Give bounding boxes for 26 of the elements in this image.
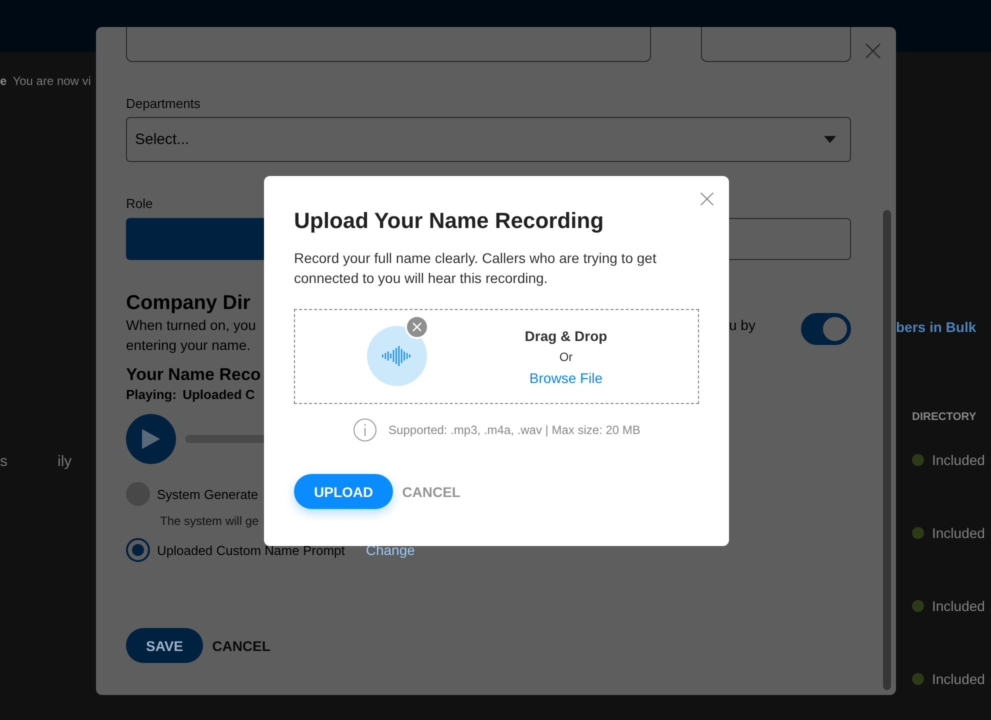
playing-label: Playing: xyxy=(126,387,177,402)
status-text: Included xyxy=(932,671,985,687)
dialog-title: Upload Your Name Recording xyxy=(294,208,605,234)
notice-text: e xyxy=(0,74,7,88)
status-text: Included xyxy=(932,452,985,468)
option-label: System Generate xyxy=(157,486,258,502)
dialog-description: Record your full name clearly. Callers who are trying to get connected to you will hear this recording. xyxy=(294,249,658,288)
column-header: DIRECTORY xyxy=(912,411,978,423)
field-label: Departments xyxy=(126,96,200,111)
field-label: Role xyxy=(126,196,153,211)
status-text: Included xyxy=(932,525,985,541)
table-cell: s xyxy=(0,453,8,470)
drop-heading: Drag & Drop xyxy=(524,328,608,344)
notice-text: You are now vi xyxy=(12,74,91,88)
separator-text: Or xyxy=(559,350,573,364)
option-label: Uploaded Custom Name Prompt xyxy=(157,542,345,558)
playing-value: Uploaded C xyxy=(182,387,255,402)
status-text: Included xyxy=(932,598,985,614)
description-text: u by xyxy=(729,316,756,335)
supported-formats: Supported: .mp3, .m4a, .wav | Max size: 20 MB xyxy=(388,423,640,437)
option-hint: The system will ge xyxy=(160,514,259,528)
section-title: Company Dir xyxy=(126,292,250,315)
table-cell: ily xyxy=(58,453,72,470)
description-text: entering your name. xyxy=(126,336,251,355)
section-title: Your Name Reco xyxy=(126,365,261,385)
description-text: When turned on, you xyxy=(126,316,257,335)
